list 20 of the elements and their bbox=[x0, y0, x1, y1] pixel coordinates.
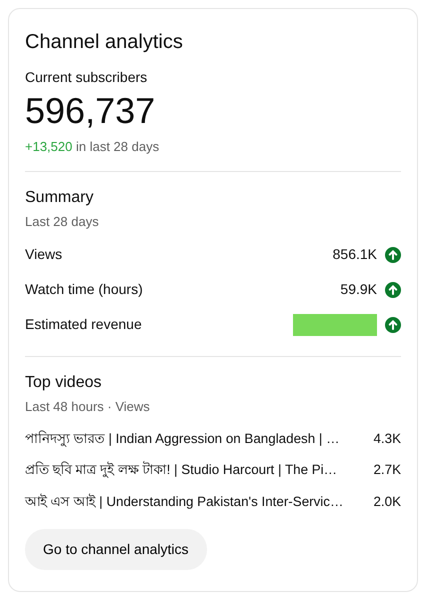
metric-value: 59.9K bbox=[340, 280, 377, 300]
video-title: পানিদস্যু ভারত | Indian Aggression on Bangladesh | … bbox=[25, 430, 340, 449]
video-title: আই এস আই | Understanding Pakistan's Inter-Servic… bbox=[25, 492, 344, 511]
metric-value: 856.1K bbox=[332, 245, 377, 264]
subscribers-label: Current subscribers bbox=[25, 68, 148, 87]
period-label: Last 48 hours · Views bbox=[25, 398, 151, 416]
metric-label: Watch time (hours) bbox=[25, 280, 144, 300]
metric-label: Estimated revenue bbox=[25, 315, 143, 334]
subscriber-count: 596,737 bbox=[25, 90, 156, 132]
section-title: Summary bbox=[25, 188, 94, 208]
video-views: 2.0K bbox=[373, 492, 401, 511]
video-views: 2.7K bbox=[373, 461, 401, 480]
subscriber-change: +13,520 in last 28 days bbox=[25, 138, 160, 156]
analytics-button[interactable]: Go to channel analytics bbox=[25, 529, 207, 570]
section-title: Top videos bbox=[25, 373, 102, 394]
video-title: প্রতি ছবি মাত্র দুই লক্ষ টাকা! | Studio Harcourt | The Pi… bbox=[25, 460, 338, 480]
period-label: Last 28 days bbox=[25, 212, 100, 231]
card-title: Channel analytics bbox=[25, 30, 184, 55]
metric-label: Views bbox=[25, 245, 64, 264]
video-views: 4.3K bbox=[373, 430, 401, 448]
